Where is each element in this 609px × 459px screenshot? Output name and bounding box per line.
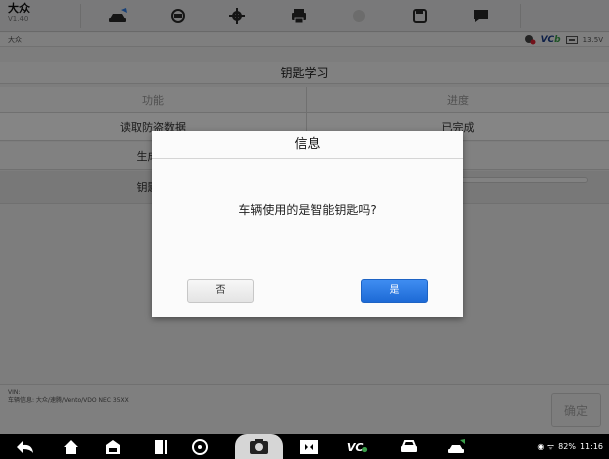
back-icon[interactable] — [14, 437, 36, 456]
camera-button[interactable] — [235, 434, 283, 459]
system-nav-bar: VC ◉ ᯤ 82% 11:16 — [0, 434, 609, 459]
status-tray: ◉ ᯤ 82% 11:16 — [537, 441, 603, 452]
home-icon[interactable] — [60, 437, 82, 456]
clock: 11:16 — [579, 442, 603, 451]
recent-apps-icon[interactable] — [150, 437, 172, 456]
dialog-title: 信息 — [152, 131, 463, 159]
vci-icon[interactable]: VC — [346, 437, 368, 456]
battery-level: 82% — [558, 442, 576, 451]
svg-text:VC: VC — [347, 441, 364, 454]
dialog-message: 车辆使用的是智能钥匙吗? — [238, 203, 377, 217]
wifi-icon: ◉ ᯤ — [537, 442, 555, 451]
garage-icon[interactable] — [102, 437, 124, 456]
no-button[interactable]: 否 — [187, 279, 254, 303]
yes-button[interactable]: 是 — [361, 279, 428, 303]
diagnostic-car-icon[interactable] — [446, 437, 468, 456]
browser-icon[interactable] — [189, 437, 211, 456]
info-dialog: 信息 车辆使用的是智能钥匙吗? 否 是 — [152, 131, 463, 317]
vehicle-icon[interactable] — [398, 437, 420, 456]
camera-icon — [250, 439, 268, 454]
screen-record-icon[interactable] — [298, 437, 320, 456]
